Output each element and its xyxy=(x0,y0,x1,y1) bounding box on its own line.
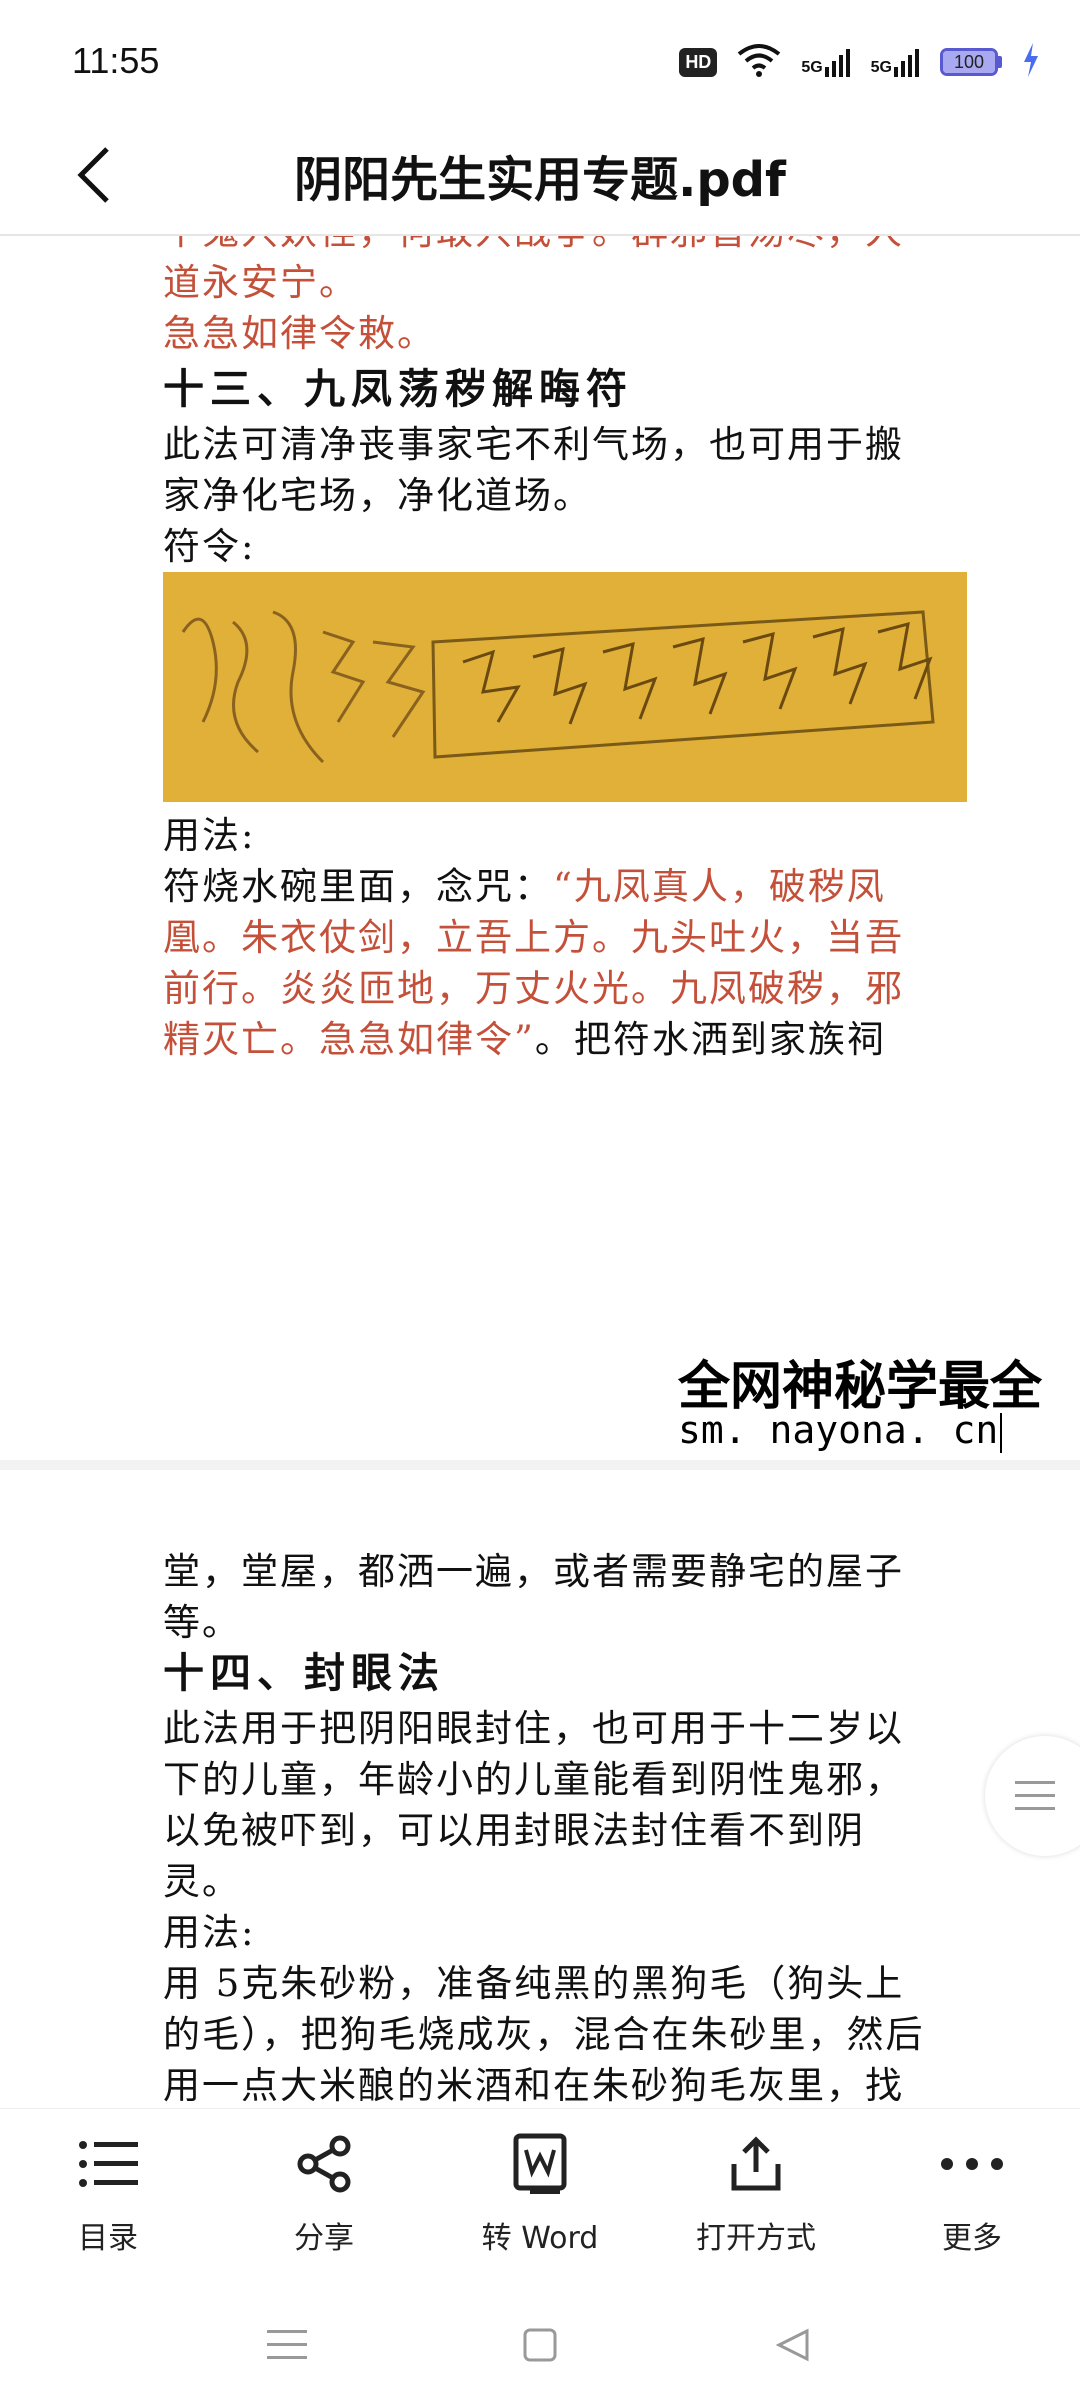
nav-menu-button[interactable] xyxy=(257,2315,317,2375)
watermark-url: sm. nayona. cn xyxy=(678,1408,1003,1453)
battery-icon: 100 xyxy=(940,48,1002,76)
usage-text: 符烧水碗里面，念咒： xyxy=(163,865,553,908)
text-line: 急急如律令敕。 xyxy=(163,312,436,355)
bottom-toolbar: 目录 分享 转 Word 打开方式 更多 xyxy=(0,2108,1080,2289)
signal-5g-icon-1: 5G xyxy=(801,47,850,77)
more-label: 更多 xyxy=(942,2221,1002,2256)
menu-lines-icon xyxy=(1015,1781,1055,1810)
to-word-button[interactable]: 转 Word xyxy=(432,2109,648,2289)
list-icon xyxy=(73,2129,143,2199)
paragraph: 堂，堂屋，都洒一遍，或者需要静宅的屋子等。 xyxy=(163,1550,904,1644)
label-yongfa: 用法: xyxy=(163,1911,256,1954)
section-heading: 十三、九凤荡秽解晦符 xyxy=(163,365,633,413)
label-fuling: 符令: xyxy=(163,525,256,568)
paragraph: 此法用于把阴阳眼封住，也可用于十二岁以下的儿童，年龄小的儿童能看到阴性鬼邪，以免… xyxy=(163,1707,904,1903)
share-button[interactable]: 分享 xyxy=(216,2109,432,2289)
open-with-label: 打开方式 xyxy=(696,2221,816,2256)
signal-5g-icon-2: 5G xyxy=(871,47,920,77)
network-type-label: 5G xyxy=(801,59,823,76)
battery-level: 100 xyxy=(953,51,985,72)
nav-home-button[interactable] xyxy=(510,2315,570,2375)
more-button[interactable]: 更多 xyxy=(864,2109,1080,2289)
usage-text: 。把符水洒到家族祠 xyxy=(534,1018,886,1061)
watermark-url-text: sm. nayona. cn xyxy=(678,1408,999,1452)
upload-icon xyxy=(721,2129,791,2199)
toc-label: 目录 xyxy=(78,2221,138,2256)
menu-icon xyxy=(266,2330,307,2359)
wifi-icon xyxy=(737,42,781,82)
system-nav-bar xyxy=(0,2290,1080,2400)
share-icon xyxy=(289,2129,359,2199)
nav-back-button[interactable] xyxy=(763,2315,823,2375)
word-doc-icon xyxy=(505,2129,575,2199)
page-separator xyxy=(0,1460,1080,1470)
label-yongfa: 用法: xyxy=(163,814,256,857)
toc-button[interactable]: 目录 xyxy=(0,2109,216,2289)
network-type-label: 5G xyxy=(870,59,892,76)
section-heading: 十四、封眼法 xyxy=(163,1649,445,1697)
to-word-label: 转 Word xyxy=(481,2221,599,2256)
hd-voice-icon: HD xyxy=(679,47,718,77)
open-with-button[interactable]: 打开方式 xyxy=(648,2109,864,2289)
pdf-page: 下鬼兴妖怪，何敢兴战争。群邪皆荡尽，人 道永安宁。 急急如律令敕。 十三、九凤荡… xyxy=(0,236,1080,1496)
text-line: 道永安宁。 xyxy=(163,261,358,304)
back-triangle-icon xyxy=(775,2328,809,2362)
paragraph: 用 5克朱砂粉，准备纯黑的黑狗毛（狗头上的毛），把狗毛烧成灰，混合在朱砂里，然后… xyxy=(163,1962,925,2107)
pdf-page: 堂，堂屋，都洒一遍，或者需要静宅的屋子等。 十四、封眼法 此法用于把阴阳眼封住，… xyxy=(0,1546,1080,2108)
document-title: 阴阳先生实用专题.pdf xyxy=(294,152,786,208)
home-square-icon xyxy=(523,2328,557,2362)
paragraph-usage: 符烧水碗里面，念咒：“九凤真人，破秽凤凰。朱衣仗剑，立吾上方。九头吐火，当吾前行… xyxy=(163,861,933,1065)
status-icons: HD 5G 5G 100 xyxy=(679,40,1040,84)
text-line: 下鬼兴妖怪，何敢兴战争。群邪皆荡尽，人 xyxy=(163,236,933,257)
status-time: 11:55 xyxy=(72,40,160,81)
pdf-viewer[interactable]: 下鬼兴妖怪，何敢兴战争。群邪皆荡尽，人 道永安宁。 急急如律令敕。 十三、九凤荡… xyxy=(0,236,1080,2108)
share-label: 分享 xyxy=(294,2221,354,2256)
charging-icon xyxy=(1022,43,1040,81)
paragraph: 此法可清净丧事家宅不利气场，也可用于搬家净化宅场，净化道场。 xyxy=(163,423,904,517)
talisman-image xyxy=(163,572,967,802)
more-dots-icon xyxy=(937,2129,1007,2199)
